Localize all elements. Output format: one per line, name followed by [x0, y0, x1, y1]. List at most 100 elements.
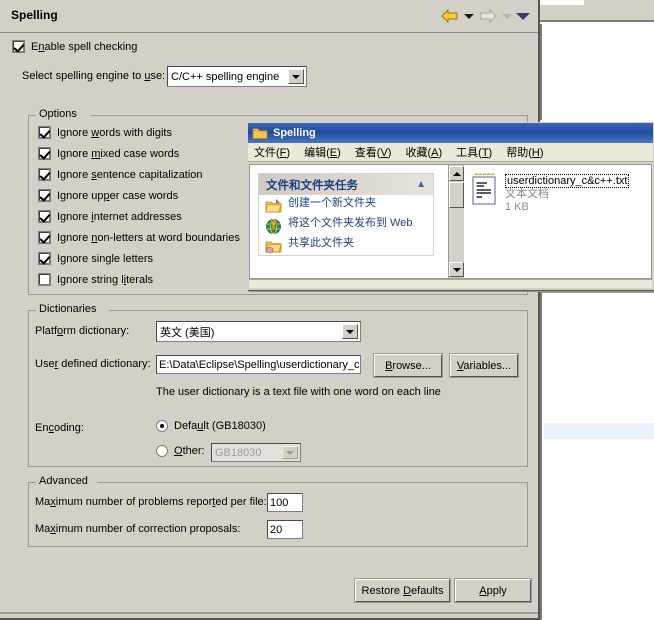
file-and-folder-tasks-panel: 文件和文件夹任务 ▲ 创建一个新文件夹 将这个文件夹发布到 Web 共享此文件夹: [258, 173, 434, 256]
option-row[interactable]: Ignore non-letters at word boundaries: [38, 231, 240, 244]
scrollbar-thumb[interactable]: [449, 182, 464, 208]
encoding-other-dropdown-button[interactable]: [282, 446, 298, 459]
ignore-words-with-digits-checkbox[interactable]: [38, 126, 51, 139]
explorer-task-pane: 文件和文件夹任务 ▲ 创建一个新文件夹 将这个文件夹发布到 Web 共享此文件夹: [250, 165, 448, 278]
background-window-panel-bottom: [540, 292, 654, 620]
ignore-internet-addresses-checkbox[interactable]: [38, 210, 51, 223]
task-item-new-folder[interactable]: 创建一个新文件夹: [259, 195, 433, 215]
encoding-default-radio[interactable]: [156, 420, 168, 432]
explorer-status-bar: [249, 279, 652, 288]
ignore-string-literals-checkbox[interactable]: [38, 273, 51, 286]
ignore-mixed-case-words-label: Ignore mixed case words: [57, 147, 180, 160]
spelling-engine-combo[interactable]: C/C++ spelling engine: [167, 66, 307, 87]
encoding-default-row[interactable]: Default (GB18030): [156, 420, 266, 432]
encoding-other-label: Other:: [174, 445, 205, 457]
menu-item-help[interactable]: 帮助(H): [506, 144, 543, 160]
restore-defaults-button[interactable]: Restore Defaults: [354, 578, 451, 603]
menu-item-tools[interactable]: 工具(T): [456, 144, 492, 160]
user-dictionary-label: User defined dictionary:: [35, 358, 151, 370]
max-problems-input[interactable]: 100: [267, 493, 303, 512]
platform-dictionary-combo[interactable]: 英文 (美国): [156, 321, 361, 342]
chevron-down-icon: [346, 329, 354, 334]
apply-button[interactable]: Apply: [454, 578, 532, 603]
screen: Spelling Enable spell checking Select sp…: [0, 0, 654, 620]
task-item-publish-to-web[interactable]: 将这个文件夹发布到 Web: [259, 215, 433, 235]
background-window-titlebar: [540, 0, 654, 22]
ignore-non-letters-at-word-boundaries-label: Ignore non-letters at word boundaries: [57, 231, 240, 244]
explorer-title-text: Spelling: [273, 127, 316, 139]
forward-history-chevron-down-icon: [502, 13, 512, 19]
ignore-string-literals-label: Ignore string literals: [57, 273, 154, 286]
encoding-other-row[interactable]: Other:: [156, 445, 205, 457]
explorer-vertical-scrollbar[interactable]: [448, 165, 464, 278]
task-item-label: 创建一个新文件夹: [288, 197, 376, 209]
chevron-down-icon: [292, 74, 300, 79]
background-window-selected-row: [544, 423, 654, 439]
ignore-non-letters-at-word-boundaries-checkbox[interactable]: [38, 231, 51, 244]
enable-spell-checking-row[interactable]: Enable spell checking: [12, 40, 137, 53]
encoding-label: Encoding:: [35, 422, 84, 434]
max-proposals-input[interactable]: 20: [267, 520, 303, 539]
max-problems-label: Maximum number of problems reported per …: [35, 496, 267, 508]
task-item-label: 共享此文件夹: [288, 237, 354, 249]
encoding-other-combo[interactable]: GB18030: [211, 443, 301, 462]
browse-button[interactable]: Browse...: [373, 353, 443, 378]
back-arrow-icon[interactable]: [440, 8, 460, 24]
explorer-file-list: userdictionary_c&c++.txt 文本文档 1 KB: [464, 165, 651, 278]
enable-spell-checking-checkbox[interactable]: [12, 40, 25, 53]
option-row[interactable]: Ignore sentence capitalization: [38, 168, 203, 181]
platform-dictionary-dropdown-button[interactable]: [342, 324, 358, 339]
page-title: Spelling: [11, 8, 58, 22]
option-row[interactable]: Ignore words with digits: [38, 126, 172, 139]
task-item-label: 将这个文件夹发布到 Web: [288, 217, 413, 229]
menu-item-file[interactable]: 文件(F): [254, 144, 290, 160]
publish-to-web-icon: [265, 218, 282, 234]
spelling-engine-dropdown-button[interactable]: [288, 69, 304, 84]
option-row[interactable]: Ignore internet addresses: [38, 210, 182, 223]
chevron-down-icon: [286, 450, 294, 455]
ignore-upper-case-words-label: Ignore upper case words: [57, 189, 179, 202]
ignore-mixed-case-words-checkbox[interactable]: [38, 147, 51, 160]
file-and-folder-tasks-header[interactable]: 文件和文件夹任务 ▲: [259, 174, 433, 195]
new-folder-icon: [265, 198, 282, 214]
ignore-internet-addresses-label: Ignore internet addresses: [57, 210, 182, 223]
variables-button[interactable]: Variables...: [449, 353, 519, 378]
option-row[interactable]: Ignore single letters: [38, 252, 153, 265]
text-document-icon: [470, 173, 499, 206]
share-folder-icon: [265, 238, 282, 254]
ignore-words-with-digits-label: Ignore words with digits: [57, 126, 172, 139]
menu-item-favorites[interactable]: 收藏(A): [405, 144, 442, 160]
dictionaries-group: Dictionaries Platform dictionary: 英文 (美国…: [28, 303, 528, 467]
user-dictionary-input[interactable]: E:\Data\Eclipse\Spelling\userdictionary_…: [156, 355, 361, 374]
menu-item-edit[interactable]: 编辑(E): [304, 144, 341, 160]
user-dictionary-hint: The user dictionary is a text file with …: [156, 386, 441, 398]
ignore-upper-case-words-checkbox[interactable]: [38, 189, 51, 202]
encoding-other-value: GB18030: [215, 446, 262, 459]
task-item-share-folder[interactable]: 共享此文件夹: [259, 235, 433, 255]
file-size: 1 KB: [505, 201, 529, 213]
spelling-engine-value: C/C++ spelling engine: [171, 70, 280, 83]
platform-dictionary-value: 英文 (美国): [160, 326, 215, 339]
scroll-down-icon[interactable]: [449, 262, 464, 277]
ignore-sentence-capitalization-checkbox[interactable]: [38, 168, 51, 181]
scroll-up-icon[interactable]: [449, 166, 464, 181]
dictionaries-group-legend: Dictionaries: [36, 303, 100, 315]
encoding-other-radio[interactable]: [156, 445, 168, 457]
spelling-preferences-dialog: Spelling Enable spell checking Select sp…: [0, 0, 540, 620]
menu-item-view[interactable]: 查看(V): [355, 144, 392, 160]
view-menu-chevron-down-icon[interactable]: [516, 12, 530, 20]
platform-dictionary-label: Platform dictionary:: [35, 325, 130, 337]
explorer-title-bar[interactable]: Spelling: [248, 123, 653, 143]
option-row[interactable]: Ignore mixed case words: [38, 147, 179, 160]
ignore-single-letters-checkbox[interactable]: [38, 252, 51, 265]
file-name: userdictionary_c&c++.txt: [505, 174, 630, 188]
advanced-group-legend: Advanced: [36, 475, 91, 487]
options-group-legend: Options: [36, 108, 80, 120]
option-row[interactable]: Ignore upper case words: [38, 189, 178, 202]
navigation-toolbar: [440, 6, 530, 26]
enable-spell-checking-label: Enable spell checking: [31, 40, 138, 53]
chevron-up-icon[interactable]: ▲: [416, 179, 426, 190]
list-item[interactable]: userdictionary_c&c++.txt 文本文档 1 KB: [470, 173, 651, 214]
option-row[interactable]: Ignore string literals: [38, 273, 153, 286]
back-history-chevron-down-icon[interactable]: [464, 13, 474, 19]
